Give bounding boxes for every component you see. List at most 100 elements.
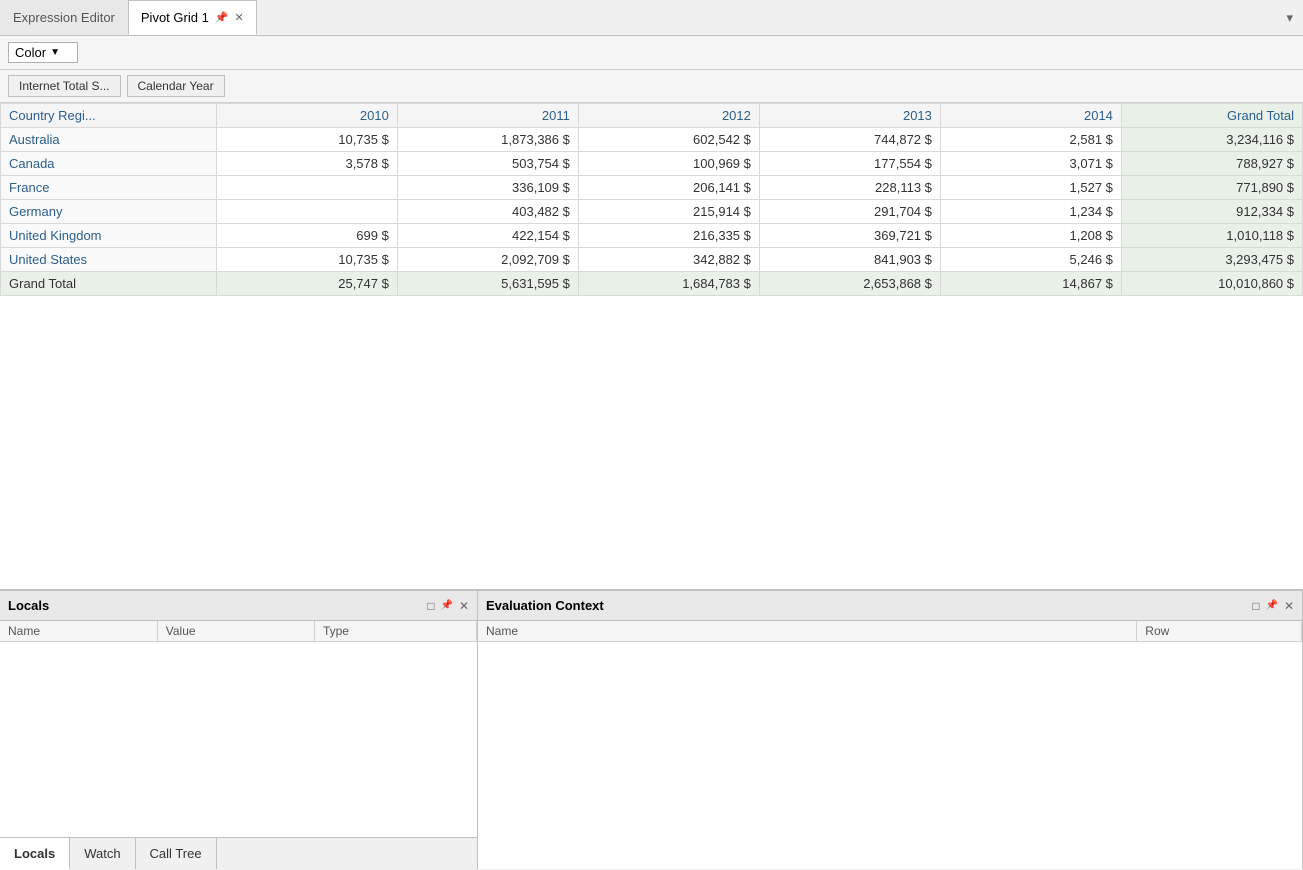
filter-bar: Internet Total S... Calendar Year bbox=[0, 70, 1303, 103]
pivot-data-row: United Kingdom699 $422,154 $216,335 $369… bbox=[1, 224, 1303, 248]
color-label: Color bbox=[15, 45, 46, 60]
locals-col-name: Name bbox=[0, 621, 157, 642]
pivot-data-cell: 5,246 $ bbox=[940, 248, 1121, 272]
pivot-data-cell: 1,527 $ bbox=[940, 176, 1121, 200]
color-bar: Color ▼ bbox=[0, 36, 1303, 70]
locals-restore-icon[interactable]: □ bbox=[427, 599, 434, 613]
pivot-data-cell: 5,631,595 $ bbox=[397, 272, 578, 296]
pivot-data-cell: 3,293,475 $ bbox=[1121, 248, 1302, 272]
pivot-grid-tab-label: Pivot Grid 1 bbox=[141, 10, 209, 25]
pivot-data-cell: 3,578 $ bbox=[216, 152, 397, 176]
pivot-data-cell: 503,754 $ bbox=[397, 152, 578, 176]
locals-header-row: Name Value Type bbox=[0, 621, 477, 642]
pivot-table: Country Regi... 2010 2011 2012 2013 2014… bbox=[0, 103, 1303, 296]
pivot-data-cell: 744,872 $ bbox=[759, 128, 940, 152]
pivot-data-cell: 100,969 $ bbox=[578, 152, 759, 176]
pivot-data-cell: 403,482 $ bbox=[397, 200, 578, 224]
tab-expression-editor[interactable]: Expression Editor bbox=[0, 0, 128, 35]
tab-pivot-grid-1[interactable]: Pivot Grid 1 📌 ✕ bbox=[128, 0, 257, 35]
pivot-data-cell: 342,882 $ bbox=[578, 248, 759, 272]
eval-panel-header: Evaluation Context □ 📌 ✕ bbox=[478, 591, 1302, 621]
pivot-col-grand-total[interactable]: Grand Total bbox=[1121, 104, 1302, 128]
pivot-data-cell: 2,581 $ bbox=[940, 128, 1121, 152]
pivot-data-cell: 1,873,386 $ bbox=[397, 128, 578, 152]
pivot-data-row: France 336,109 $206,141 $228,113 $1,527 $… bbox=[1, 176, 1303, 200]
pivot-col-2010[interactable]: 2010 bbox=[216, 104, 397, 128]
pivot-data-cell: 602,542 $ bbox=[578, 128, 759, 152]
internet-total-filter-button[interactable]: Internet Total S... bbox=[8, 75, 121, 97]
pivot-data-cell: 2,092,709 $ bbox=[397, 248, 578, 272]
pivot-col-2012[interactable]: 2012 bbox=[578, 104, 759, 128]
eval-grid: Name Row bbox=[478, 621, 1302, 642]
pivot-data-cell bbox=[216, 200, 397, 224]
pivot-data-cell: 206,141 $ bbox=[578, 176, 759, 200]
locals-panel-content: Name Value Type bbox=[0, 621, 477, 837]
pivot-col-2013[interactable]: 2013 bbox=[759, 104, 940, 128]
pivot-container: Country Regi... 2010 2011 2012 2013 2014… bbox=[0, 103, 1303, 589]
tab-call-tree[interactable]: Call Tree bbox=[136, 838, 217, 869]
pivot-data-cell: 291,704 $ bbox=[759, 200, 940, 224]
pivot-row-header[interactable]: Germany bbox=[1, 200, 217, 224]
pivot-data-cell: 1,010,118 $ bbox=[1121, 224, 1302, 248]
eval-panel-content: Name Row bbox=[478, 621, 1302, 869]
eval-col-name: Name bbox=[478, 621, 1137, 642]
pivot-data-cell: 422,154 $ bbox=[397, 224, 578, 248]
pivot-col-2014[interactable]: 2014 bbox=[940, 104, 1121, 128]
pivot-data-cell: 2,653,868 $ bbox=[759, 272, 940, 296]
tab-bar: Expression Editor Pivot Grid 1 📌 ✕ ▾ bbox=[0, 0, 1303, 36]
pivot-body: Australia10,735 $1,873,386 $602,542 $744… bbox=[1, 128, 1303, 296]
pivot-row-header[interactable]: United States bbox=[1, 248, 217, 272]
pivot-data-row: Australia10,735 $1,873,386 $602,542 $744… bbox=[1, 128, 1303, 152]
pivot-row-header[interactable]: France bbox=[1, 176, 217, 200]
pivot-data-cell: 912,334 $ bbox=[1121, 200, 1302, 224]
tab-dropdown[interactable]: ▾ bbox=[1276, 0, 1303, 35]
tab-watch[interactable]: Watch bbox=[70, 838, 135, 869]
pivot-data-cell: 3,234,116 $ bbox=[1121, 128, 1302, 152]
pivot-data-cell: 699 $ bbox=[216, 224, 397, 248]
color-dropdown-arrow-icon: ▼ bbox=[50, 47, 60, 58]
eval-pin-icon[interactable]: 📌 bbox=[1265, 600, 1277, 611]
eval-header-row: Name Row bbox=[478, 621, 1302, 642]
color-dropdown[interactable]: Color ▼ bbox=[8, 42, 78, 63]
pivot-corner-cell: Country Regi... bbox=[1, 104, 217, 128]
eval-restore-icon[interactable]: □ bbox=[1252, 599, 1259, 613]
locals-panel: Locals □ 📌 ✕ Name Value Type Locals Watc… bbox=[0, 591, 478, 869]
pivot-row-header[interactable]: Grand Total bbox=[1, 272, 217, 296]
pivot-data-cell: 10,010,860 $ bbox=[1121, 272, 1302, 296]
pivot-data-cell: 10,735 $ bbox=[216, 128, 397, 152]
pin-icon[interactable]: 📌 bbox=[215, 11, 229, 24]
pivot-data-cell: 336,109 $ bbox=[397, 176, 578, 200]
pivot-col-2011[interactable]: 2011 bbox=[397, 104, 578, 128]
eval-col-row: Row bbox=[1137, 621, 1302, 642]
pivot-data-cell: 841,903 $ bbox=[759, 248, 940, 272]
pivot-data-cell: 3,071 $ bbox=[940, 152, 1121, 176]
pivot-data-cell: 215,914 $ bbox=[578, 200, 759, 224]
main-content-area: Color ▼ Internet Total S... Calendar Yea… bbox=[0, 36, 1303, 589]
tab-locals[interactable]: Locals bbox=[0, 838, 70, 870]
pivot-data-cell: 788,927 $ bbox=[1121, 152, 1302, 176]
pivot-data-row: Canada3,578 $503,754 $100,969 $177,554 $… bbox=[1, 152, 1303, 176]
pivot-data-cell: 216,335 $ bbox=[578, 224, 759, 248]
pivot-data-cell: 177,554 $ bbox=[759, 152, 940, 176]
pivot-row-header[interactable]: Australia bbox=[1, 128, 217, 152]
calendar-year-filter-button[interactable]: Calendar Year bbox=[127, 75, 225, 97]
pivot-data-cell: 1,684,783 $ bbox=[578, 272, 759, 296]
bottom-area: Locals □ 📌 ✕ Name Value Type Locals Watc… bbox=[0, 589, 1303, 869]
locals-pin-icon[interactable]: 📌 bbox=[440, 600, 452, 611]
pivot-data-cell: 369,721 $ bbox=[759, 224, 940, 248]
close-icon[interactable]: ✕ bbox=[235, 11, 244, 24]
pivot-row-header[interactable]: Canada bbox=[1, 152, 217, 176]
eval-panel-title: Evaluation Context bbox=[486, 598, 1246, 613]
pivot-data-cell: 228,113 $ bbox=[759, 176, 940, 200]
locals-panel-header: Locals □ 📌 ✕ bbox=[0, 591, 477, 621]
pivot-row-header[interactable]: United Kingdom bbox=[1, 224, 217, 248]
expression-editor-tab-label: Expression Editor bbox=[13, 10, 115, 25]
pivot-data-cell: 14,867 $ bbox=[940, 272, 1121, 296]
locals-close-icon[interactable]: ✕ bbox=[459, 599, 469, 613]
eval-context-panel: Evaluation Context □ 📌 ✕ Name Row bbox=[478, 591, 1303, 869]
locals-col-value: Value bbox=[157, 621, 314, 642]
eval-close-icon[interactable]: ✕ bbox=[1284, 599, 1294, 613]
dropdown-arrow-icon: ▾ bbox=[1286, 10, 1293, 26]
pivot-data-cell: 771,890 $ bbox=[1121, 176, 1302, 200]
locals-grid: Name Value Type bbox=[0, 621, 477, 642]
